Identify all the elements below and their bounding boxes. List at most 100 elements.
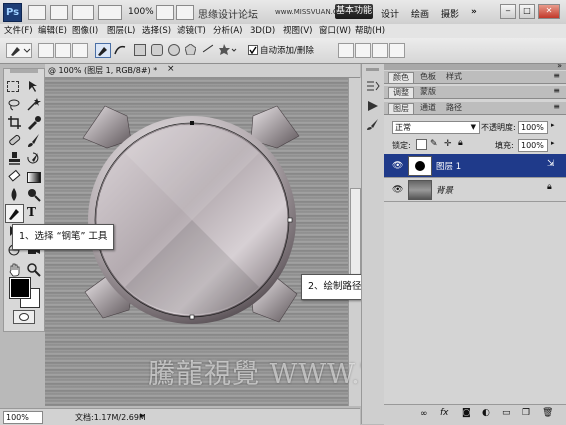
hand-tool-icon[interactable] xyxy=(156,5,174,20)
type-tool-icon[interactable]: T xyxy=(27,205,42,220)
ellipse-shape-icon[interactable] xyxy=(168,44,180,56)
new-group-icon[interactable]: ▭ xyxy=(502,408,511,418)
minimize-icon[interactable]: ‒ xyxy=(500,4,516,19)
layer-style-icon[interactable]: fx xyxy=(440,408,449,418)
move-tool-icon[interactable] xyxy=(26,79,41,94)
workspace-painting-link[interactable]: 绘画 xyxy=(411,7,429,20)
adjustment-layer-icon[interactable]: ◐ xyxy=(482,408,490,418)
arrange-documents-icon[interactable] xyxy=(176,5,194,20)
more-workspaces-icon[interactable]: » xyxy=(471,7,477,17)
auto-add-delete-checkbox[interactable] xyxy=(248,45,258,55)
hand-tool-icon[interactable] xyxy=(7,262,22,277)
workspace-essentials-button[interactable]: 基本功能 xyxy=(335,4,373,19)
opacity-slider-icon[interactable]: ▸ xyxy=(551,121,555,129)
line-shape-icon[interactable] xyxy=(202,44,214,53)
path-exclude-icon[interactable] xyxy=(389,43,405,58)
history-panel-icon[interactable] xyxy=(366,80,380,92)
healing-brush-tool-icon[interactable] xyxy=(7,133,22,148)
menu-file[interactable]: 文件(F) xyxy=(4,25,33,37)
layer-row-background[interactable]: 👁︎ 背景 🔒︎ xyxy=(384,178,566,202)
menu-window[interactable]: 窗口(W) xyxy=(319,25,351,37)
zoom-tool-icon[interactable] xyxy=(26,262,41,277)
layer-name[interactable]: 图层 1 xyxy=(436,160,461,172)
tab-styles[interactable]: 样式 xyxy=(442,72,466,82)
tab-paths[interactable]: 路径 xyxy=(442,103,466,113)
polygon-shape-icon[interactable] xyxy=(184,43,197,57)
clone-stamp-tool-icon[interactable] xyxy=(7,151,22,166)
minibridge-icon[interactable] xyxy=(50,5,68,20)
custom-shape-icon[interactable] xyxy=(219,43,237,58)
toolbox-grip[interactable] xyxy=(10,69,38,73)
tab-channels[interactable]: 通道 xyxy=(416,103,440,113)
quick-mask-icon[interactable] xyxy=(13,310,35,324)
bridge-icon[interactable] xyxy=(28,5,46,20)
blur-tool-icon[interactable] xyxy=(7,187,22,202)
lock-transparency-icon[interactable] xyxy=(416,139,427,150)
brushes-panel-icon[interactable] xyxy=(366,118,380,130)
marquee-tool-icon[interactable] xyxy=(7,81,19,92)
paths-mode-icon[interactable] xyxy=(55,43,71,58)
magic-wand-tool-icon[interactable] xyxy=(26,97,41,112)
zoom-level[interactable]: 100% xyxy=(128,7,154,17)
workspace-photography-link[interactable]: 摄影 xyxy=(441,7,459,20)
menu-select[interactable]: 选择(S) xyxy=(142,25,171,37)
layer-row-selected[interactable]: 👁︎ 图层 1 ⇲ xyxy=(384,154,566,178)
workspace-design-link[interactable]: 设计 xyxy=(381,7,399,20)
shape-layers-mode-icon[interactable] xyxy=(38,43,54,58)
path-intersect-icon[interactable] xyxy=(372,43,388,58)
actions-panel-icon[interactable] xyxy=(366,100,380,112)
visibility-eye-icon[interactable]: 👁︎ xyxy=(392,185,403,195)
pen-option-icon[interactable] xyxy=(95,43,111,58)
panel-menu-icon[interactable]: ≡ xyxy=(553,86,560,95)
lock-position-icon[interactable]: ✛ xyxy=(444,139,452,149)
new-layer-icon[interactable]: ❐ xyxy=(522,408,530,418)
dock-header[interactable]: » xyxy=(384,61,566,70)
tab-adjustments[interactable]: 调整 xyxy=(388,87,414,98)
foreground-color-swatch[interactable] xyxy=(9,277,31,299)
document-tab[interactable]: @ 100% (图层 1, RGB/8#) * × xyxy=(45,64,360,78)
blend-mode-select[interactable]: 正常 ▼ xyxy=(392,121,480,134)
history-brush-tool-icon[interactable] xyxy=(26,151,41,166)
menu-layer[interactable]: 图层(L) xyxy=(107,25,135,37)
brush-tool-icon[interactable] xyxy=(26,133,41,148)
fill-field[interactable]: 100% xyxy=(518,139,548,152)
status-menu-icon[interactable]: ▸ xyxy=(140,411,145,421)
zoom-dropdown-icon[interactable] xyxy=(98,5,122,20)
path-add-icon[interactable] xyxy=(338,43,354,58)
menu-analysis[interactable]: 分析(A) xyxy=(213,25,242,37)
tab-layers[interactable]: 图层 xyxy=(388,103,414,114)
lock-all-icon[interactable]: 🔒︎ xyxy=(458,138,463,148)
lasso-tool-icon[interactable] xyxy=(7,97,22,112)
menu-3d[interactable]: 3D(D) xyxy=(250,25,275,37)
rectangle-shape-icon[interactable] xyxy=(134,44,146,56)
pen-tool-icon[interactable] xyxy=(5,204,24,223)
freeform-pen-option-icon[interactable] xyxy=(113,43,127,56)
close-document-icon[interactable]: × xyxy=(167,64,175,74)
crop-tool-icon[interactable] xyxy=(7,115,22,130)
scroll-thumb[interactable] xyxy=(350,188,361,280)
menu-edit[interactable]: 编辑(E) xyxy=(38,25,67,37)
collapse-dock-icon[interactable]: » xyxy=(557,61,562,70)
link-layers-icon[interactable]: ∞ xyxy=(420,409,428,419)
visibility-eye-icon[interactable]: 👁︎ xyxy=(392,161,403,171)
opacity-field[interactable]: 100% xyxy=(518,121,548,134)
path-subtract-icon[interactable] xyxy=(355,43,371,58)
maximize-icon[interactable]: □ xyxy=(519,4,535,19)
status-zoom-field[interactable]: 100% xyxy=(3,411,43,424)
close-icon[interactable]: ✕ xyxy=(538,4,560,19)
fill-slider-icon[interactable]: ▸ xyxy=(551,139,555,147)
menu-help[interactable]: 帮助(H) xyxy=(355,25,385,37)
gradient-tool-icon[interactable] xyxy=(26,169,41,184)
panel-menu-icon[interactable]: ≡ xyxy=(553,102,560,111)
delete-layer-icon[interactable]: 🗑︎ xyxy=(542,408,553,418)
rounded-rectangle-shape-icon[interactable] xyxy=(151,44,163,56)
view-extras-icon[interactable] xyxy=(72,5,94,20)
tab-swatches[interactable]: 色板 xyxy=(416,72,440,82)
panel-menu-icon[interactable]: ≡ xyxy=(553,71,560,80)
fill-pixels-mode-icon[interactable] xyxy=(72,43,88,58)
tab-masks[interactable]: 蒙版 xyxy=(416,87,440,97)
dodge-tool-icon[interactable] xyxy=(26,187,41,202)
add-mask-icon[interactable]: ◙ xyxy=(462,408,471,418)
menu-filter[interactable]: 滤镜(T) xyxy=(177,25,206,37)
eyedropper-tool-icon[interactable] xyxy=(26,115,41,130)
